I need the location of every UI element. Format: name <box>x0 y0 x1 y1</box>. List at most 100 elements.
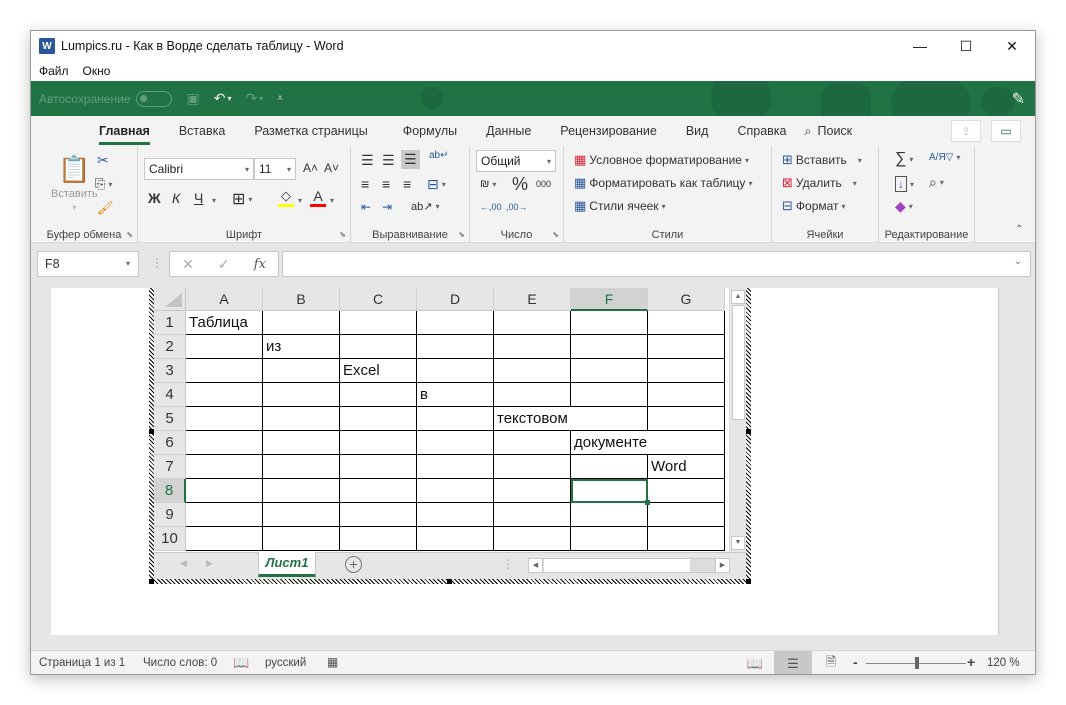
print-layout-button[interactable]: ☰ <box>774 651 812 674</box>
bold-button[interactable]: Ж <box>148 190 161 206</box>
customize-qat-icon[interactable]: ⩡ <box>277 93 283 104</box>
cell-d4[interactable]: в <box>417 383 494 407</box>
column-header-d[interactable]: D <box>417 288 494 311</box>
cell-f3[interactable] <box>571 359 648 383</box>
cell-c10[interactable] <box>340 527 417 551</box>
column-header-f[interactable]: F <box>571 288 648 311</box>
cell-d6[interactable] <box>417 431 494 455</box>
cell-c1[interactable] <box>340 311 417 335</box>
proofing-icon[interactable]: 📖 <box>233 655 249 671</box>
paste-button[interactable]: 📋 Вставить ▾ <box>51 154 98 212</box>
cell-a9[interactable] <box>186 503 263 527</box>
cell-c3[interactable]: Excel <box>340 359 417 383</box>
scroll-right-icon[interactable]: ▶ <box>715 558 730 573</box>
autosum-button[interactable]: ∑ ▾ <box>895 150 913 168</box>
add-sheet-icon[interactable]: + <box>345 556 362 573</box>
row-header-4[interactable]: 4 <box>154 383 186 407</box>
cell-g9[interactable] <box>648 503 725 527</box>
tab-formulas[interactable]: Формулы <box>403 116 457 146</box>
column-header-g[interactable]: G <box>648 288 725 311</box>
cell-e2[interactable] <box>494 335 571 359</box>
cell-b1[interactable] <box>263 311 340 335</box>
cell-e6[interactable] <box>494 431 571 455</box>
tab-page-layout[interactable]: Разметка страницы <box>254 116 367 146</box>
cell-a1[interactable]: Таблица <box>186 311 263 335</box>
cell-g7[interactable]: Word <box>648 455 725 479</box>
cell-b4[interactable] <box>263 383 340 407</box>
cell-d2[interactable] <box>417 335 494 359</box>
cell-d1[interactable] <box>417 311 494 335</box>
horizontal-scroll-thumb[interactable] <box>544 559 690 572</box>
tab-home[interactable]: Главная <box>99 116 150 146</box>
underline-dropdown-icon[interactable]: ▾ <box>212 196 216 205</box>
conditional-formatting-button[interactable]: ▦ Условное форматирование ▾ <box>574 152 749 168</box>
align-middle-button[interactable]: ☰ <box>382 152 395 169</box>
fill-color-button[interactable]: ◇ <box>278 188 294 207</box>
sheet-tab-list1[interactable]: Лист1 <box>258 552 316 577</box>
cell-d3[interactable] <box>417 359 494 383</box>
percent-button[interactable]: % <box>512 174 528 195</box>
cell-f1[interactable] <box>571 311 648 335</box>
number-format-select[interactable]: Общий ▾ <box>476 150 556 172</box>
format-cells-button[interactable]: ⊟ Формат ▾ <box>782 198 846 214</box>
pen-icon[interactable]: ✎ <box>1012 89 1025 109</box>
cell-f7[interactable] <box>571 455 648 479</box>
increase-indent-button[interactable]: ⇥ <box>382 200 392 214</box>
cell-e7[interactable] <box>494 455 571 479</box>
decrease-decimal-button[interactable]: ,00→ <box>506 202 528 212</box>
find-select-button[interactable]: ⌕ ▾ <box>929 174 944 191</box>
scroll-up-icon[interactable]: ▲ <box>731 290 745 304</box>
enter-icon[interactable]: ✓ <box>218 256 230 273</box>
menu-file[interactable]: Файл <box>39 64 69 78</box>
scroll-left-icon[interactable]: ◀ <box>528 558 543 573</box>
cell-f4[interactable] <box>571 383 648 407</box>
comma-style-button[interactable]: 000 <box>536 179 551 189</box>
italic-button[interactable]: К <box>172 190 180 206</box>
orientation-button[interactable]: ab↗ ▾ <box>411 200 439 213</box>
column-header-c[interactable]: C <box>340 288 417 311</box>
cell-c5[interactable] <box>340 407 417 431</box>
row-header-6[interactable]: 6 <box>154 431 186 455</box>
resize-handle[interactable] <box>149 579 154 584</box>
tab-split-handle[interactable]: ⋮ <box>502 557 514 571</box>
cell-styles-button[interactable]: ▦ Стили ячеек ▾ <box>574 198 666 214</box>
row-header-7[interactable]: 7 <box>154 455 186 479</box>
cell-c4[interactable] <box>340 383 417 407</box>
column-header-b[interactable]: B <box>263 288 340 311</box>
share-button[interactable]: ⇪ <box>951 120 981 142</box>
macro-record-icon[interactable]: ▦ <box>327 655 338 669</box>
insert-function-icon[interactable]: fx <box>254 257 266 272</box>
cell-g8[interactable] <box>648 479 725 503</box>
clear-button[interactable]: ◆ ▾ <box>895 198 913 215</box>
undo-dropdown-icon[interactable]: ▾ <box>227 94 231 103</box>
save-icon[interactable]: ▣ <box>186 90 199 107</box>
underline-button[interactable]: Ч <box>194 190 203 206</box>
resize-handle[interactable] <box>447 579 452 584</box>
format-painter-button[interactable]: 🖌 <box>97 200 114 216</box>
fill-color-dropdown-icon[interactable]: ▾ <box>298 196 302 205</box>
font-name-select[interactable]: Calibri ▾ <box>144 158 254 180</box>
cell-f2[interactable] <box>571 335 648 359</box>
tab-data[interactable]: Данные <box>486 116 531 146</box>
close-button[interactable]: ✕ <box>989 31 1035 61</box>
formula-bar-separator[interactable]: ⋮ <box>151 256 163 270</box>
shrink-font-button[interactable]: A˅ <box>324 161 339 175</box>
tab-view[interactable]: Вид <box>686 116 709 146</box>
row-header-10[interactable]: 10 <box>154 527 186 551</box>
cell-b3[interactable] <box>263 359 340 383</box>
cell-g2[interactable] <box>648 335 725 359</box>
cell-g10[interactable] <box>648 527 725 551</box>
autosave-toggle[interactable] <box>136 90 173 107</box>
minimize-button[interactable]: — <box>897 31 943 61</box>
embedded-excel-object[interactable]: A B C D E F G 1 Таблица 2 из 3 Excel 4 в 5 текстовом 6 док… <box>149 288 751 584</box>
cell-e3[interactable] <box>494 359 571 383</box>
cell-b5[interactable] <box>263 407 340 431</box>
cell-b6[interactable] <box>263 431 340 455</box>
tab-review[interactable]: Рецензирование <box>560 116 657 146</box>
font-size-select[interactable]: 11 ▾ <box>254 158 296 180</box>
row-header-2[interactable]: 2 <box>154 335 186 359</box>
borders-button[interactable]: ⊞ ▾ <box>232 189 252 209</box>
cell-a6[interactable] <box>186 431 263 455</box>
resize-handle[interactable] <box>746 429 751 434</box>
sheet-next-icon[interactable]: ▶ <box>206 558 213 569</box>
